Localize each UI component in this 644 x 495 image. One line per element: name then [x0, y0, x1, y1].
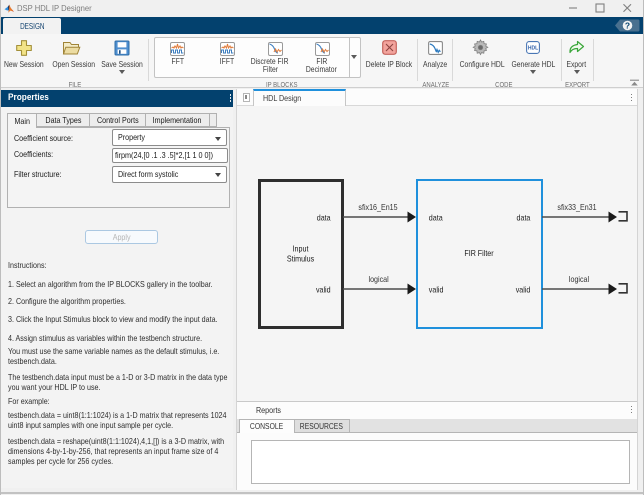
svg-text:HDL: HDL	[528, 46, 538, 52]
svg-text:valid: valid	[316, 285, 331, 295]
svg-text:data: data	[517, 213, 531, 223]
svg-text:valid: valid	[429, 285, 444, 295]
svg-text:logical: logical	[569, 274, 589, 284]
svg-text:Input: Input	[293, 244, 310, 254]
svg-text:valid: valid	[516, 285, 531, 295]
svg-text:Stimulus: Stimulus	[287, 254, 314, 264]
svg-text:sfix33_En31: sfix33_En31	[557, 202, 596, 212]
svg-text:sfix16_En15: sfix16_En15	[358, 202, 398, 212]
svg-text:data: data	[317, 213, 331, 223]
svg-text:FIR Filter: FIR Filter	[464, 248, 494, 258]
svg-text:logical: logical	[369, 274, 389, 284]
svg-text:data: data	[429, 213, 443, 223]
svg-text:?: ?	[625, 20, 630, 30]
